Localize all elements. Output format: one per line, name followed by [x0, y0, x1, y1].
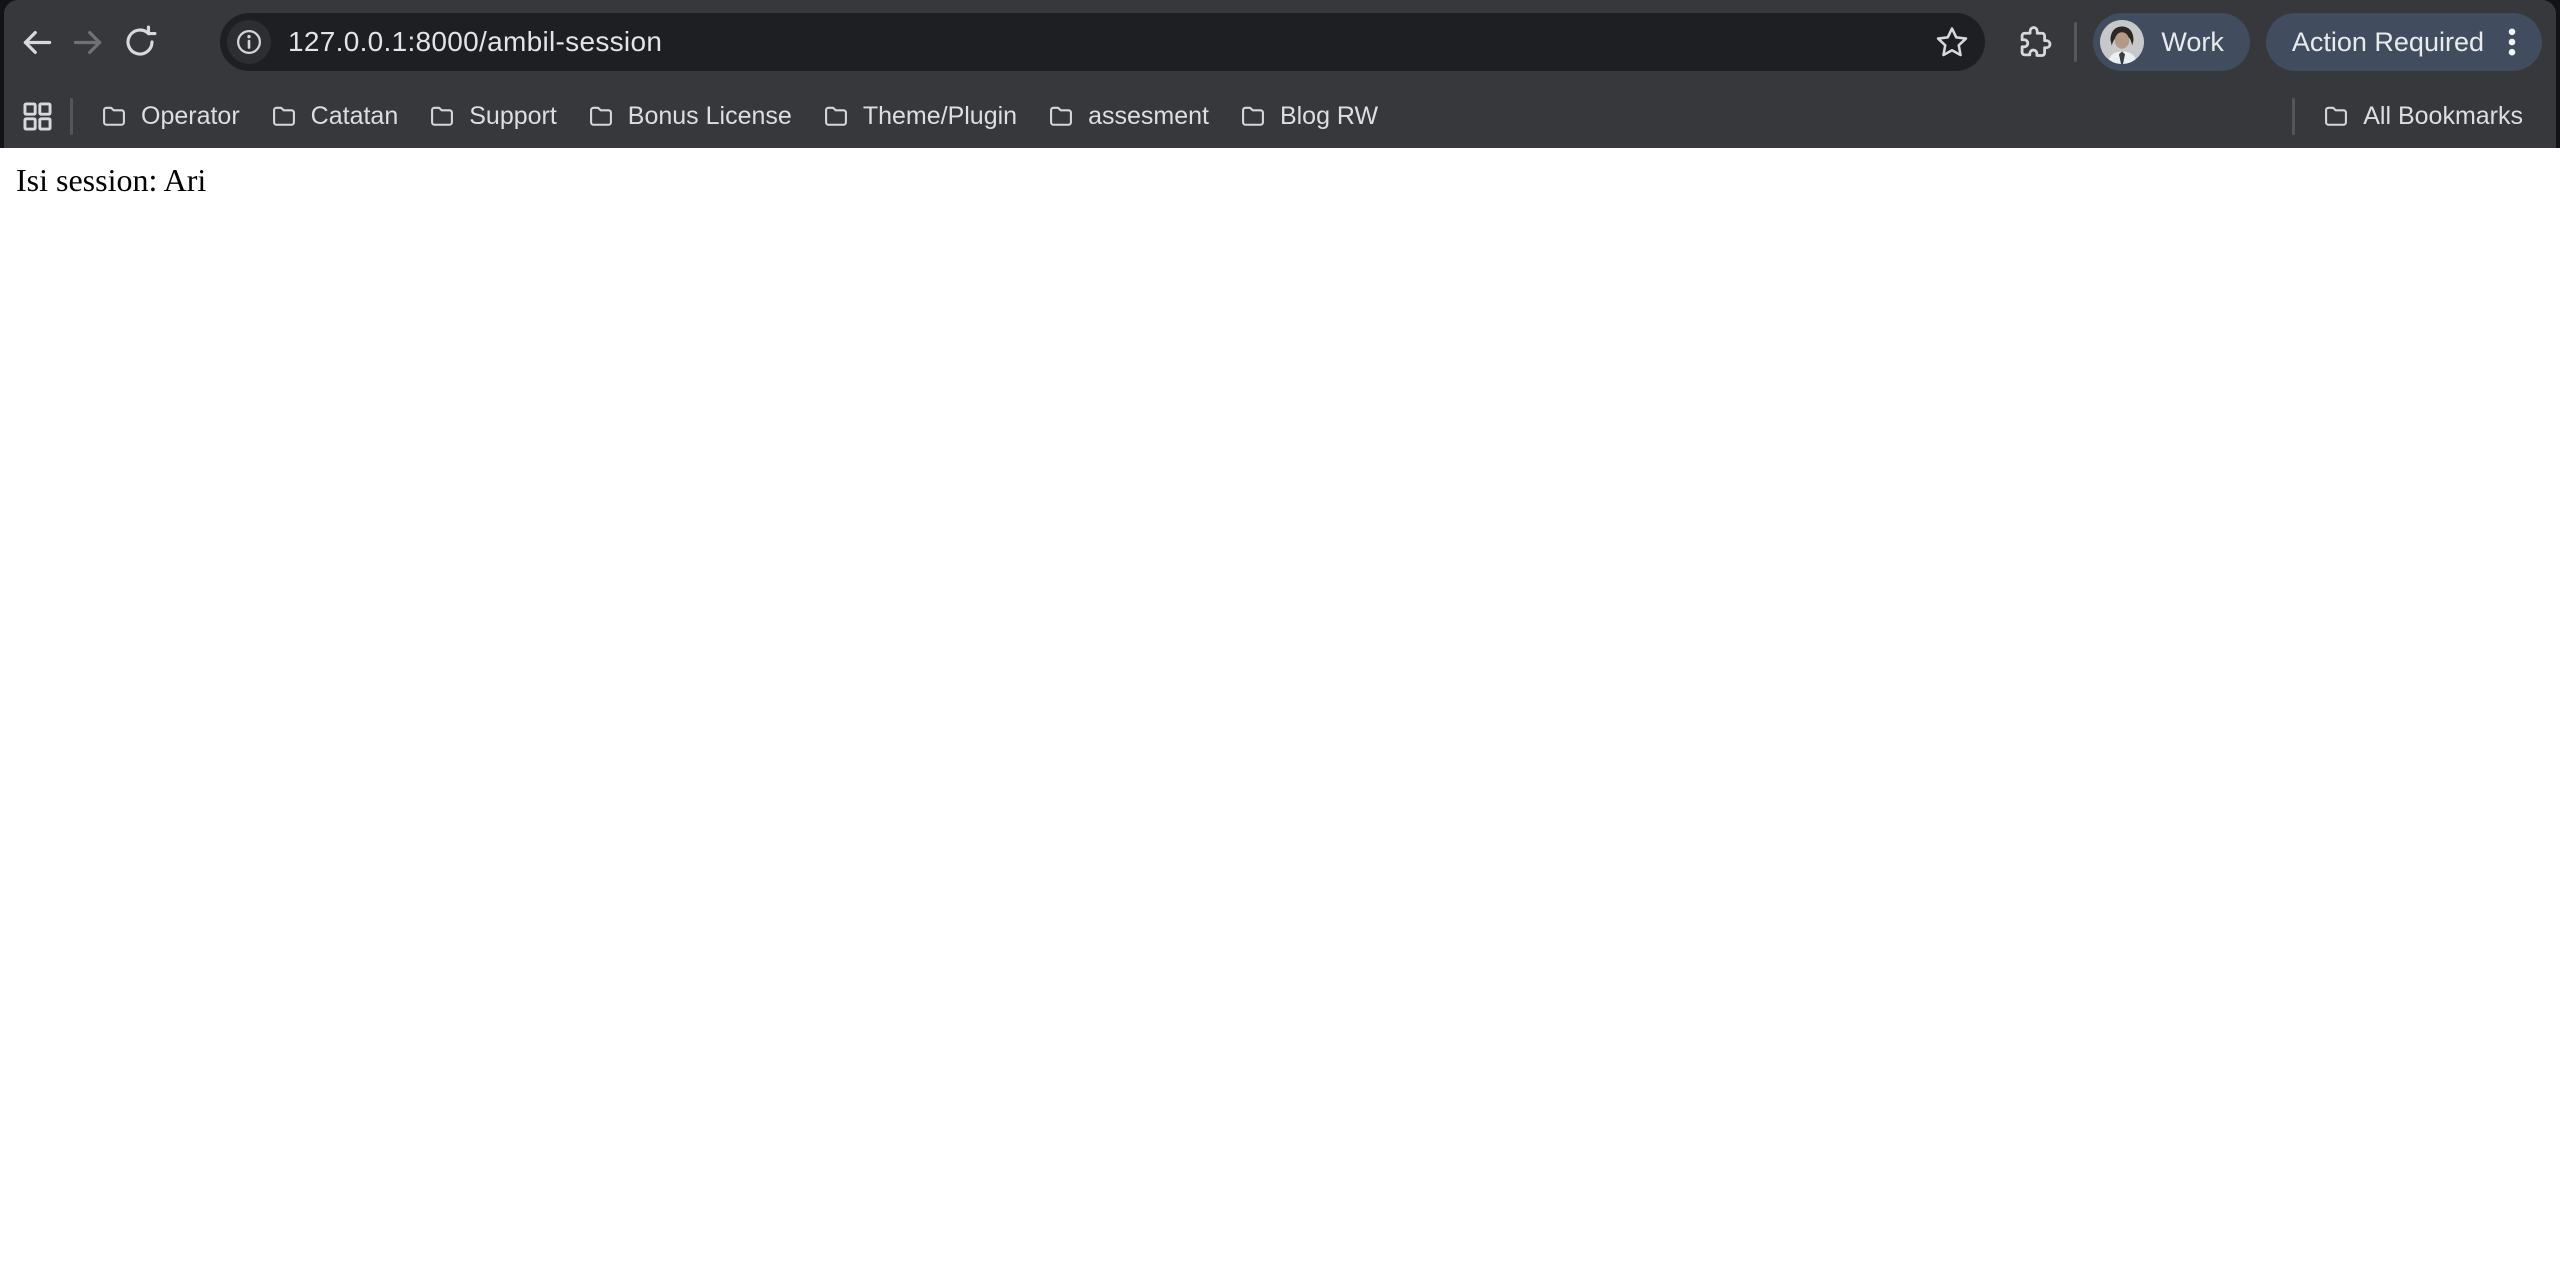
extensions-button[interactable]	[2007, 16, 2059, 68]
site-info-icon	[237, 30, 261, 54]
more-vert-icon[interactable]	[2494, 24, 2530, 60]
page-content: Isi session: Ari	[0, 148, 2560, 1266]
bookmark-label: Theme/Plugin	[862, 101, 1018, 130]
folder-icon	[824, 106, 847, 126]
profile-name: Work	[2161, 26, 2224, 57]
bookmark-label: assesment	[1088, 101, 1209, 130]
folder-icon	[431, 106, 454, 126]
bookmark-folder-operator[interactable]: Operator	[85, 94, 255, 139]
browser-window: 127.0.0.1:8000/ambil-session Work Action…	[0, 0, 2560, 1266]
bookmark-folder-support[interactable]: Support	[413, 94, 572, 139]
bookmark-label: Operator	[141, 101, 240, 130]
extensions-puzzle-icon	[2020, 25, 2052, 57]
apps-button[interactable]	[16, 95, 58, 137]
forward-icon	[73, 30, 101, 54]
browser-chrome: 127.0.0.1:8000/ambil-session Work Action…	[4, 0, 2556, 148]
all-bookmarks-folder-icon	[2325, 106, 2348, 126]
bookmark-folder-assesment[interactable]: assesment	[1032, 94, 1224, 139]
bookmark-folder-bonus-license[interactable]: Bonus License	[572, 94, 807, 139]
toolbar-divider	[2074, 22, 2078, 62]
bookmark-folder-blog-rw[interactable]: Blog RW	[1224, 94, 1393, 139]
folder-icon	[589, 106, 612, 126]
bookmark-label: Catatan	[310, 101, 399, 130]
bookmarks-divider	[70, 97, 73, 135]
bookmark-label: Bonus License	[627, 101, 792, 130]
apps-grid-icon	[23, 102, 52, 131]
bookmark-label: Support	[469, 101, 557, 130]
forward-button[interactable]	[62, 14, 114, 70]
bookmark-folder-catatan[interactable]: Catatan	[255, 94, 414, 139]
window-frame: 127.0.0.1:8000/ambil-session Work Action…	[0, 0, 2560, 148]
action-required-button[interactable]: Action Required	[2265, 13, 2542, 71]
bookmark-star-icon	[1937, 27, 1968, 57]
folder-icon	[272, 106, 295, 126]
bookmarks-divider-right	[2292, 97, 2296, 135]
bookmark-folder-theme-plugin[interactable]: Theme/Plugin	[807, 94, 1032, 139]
reload-icon	[126, 25, 157, 56]
folder-icon	[103, 106, 125, 126]
folder-icon	[1050, 106, 1073, 126]
back-button[interactable]	[10, 14, 62, 70]
bookmark-label: Blog RW	[1279, 101, 1379, 130]
url-text[interactable]: 127.0.0.1:8000/ambil-session	[288, 26, 662, 58]
folder-icon	[1241, 106, 1264, 126]
session-text: Isi session: Ari	[16, 162, 207, 198]
avatar	[2100, 20, 2145, 64]
address-bar[interactable]: 127.0.0.1:8000/ambil-session	[220, 13, 1986, 71]
all-bookmarks-label: All Bookmarks	[2363, 101, 2523, 130]
action-required-label: Action Required	[2291, 26, 2484, 57]
reload-button[interactable]	[114, 14, 166, 70]
profile-chip[interactable]: Work	[2093, 13, 2250, 71]
site-info-button[interactable]	[227, 20, 271, 64]
browser-toolbar: 127.0.0.1:8000/ambil-session Work Action…	[4, 0, 2556, 84]
back-icon	[23, 30, 51, 54]
bookmark-page-button[interactable]	[1929, 19, 1975, 65]
all-bookmarks-button[interactable]: All Bookmarks	[2307, 94, 2538, 139]
bookmarks-bar: Operator Catatan Support Bonus License T…	[4, 84, 2556, 148]
